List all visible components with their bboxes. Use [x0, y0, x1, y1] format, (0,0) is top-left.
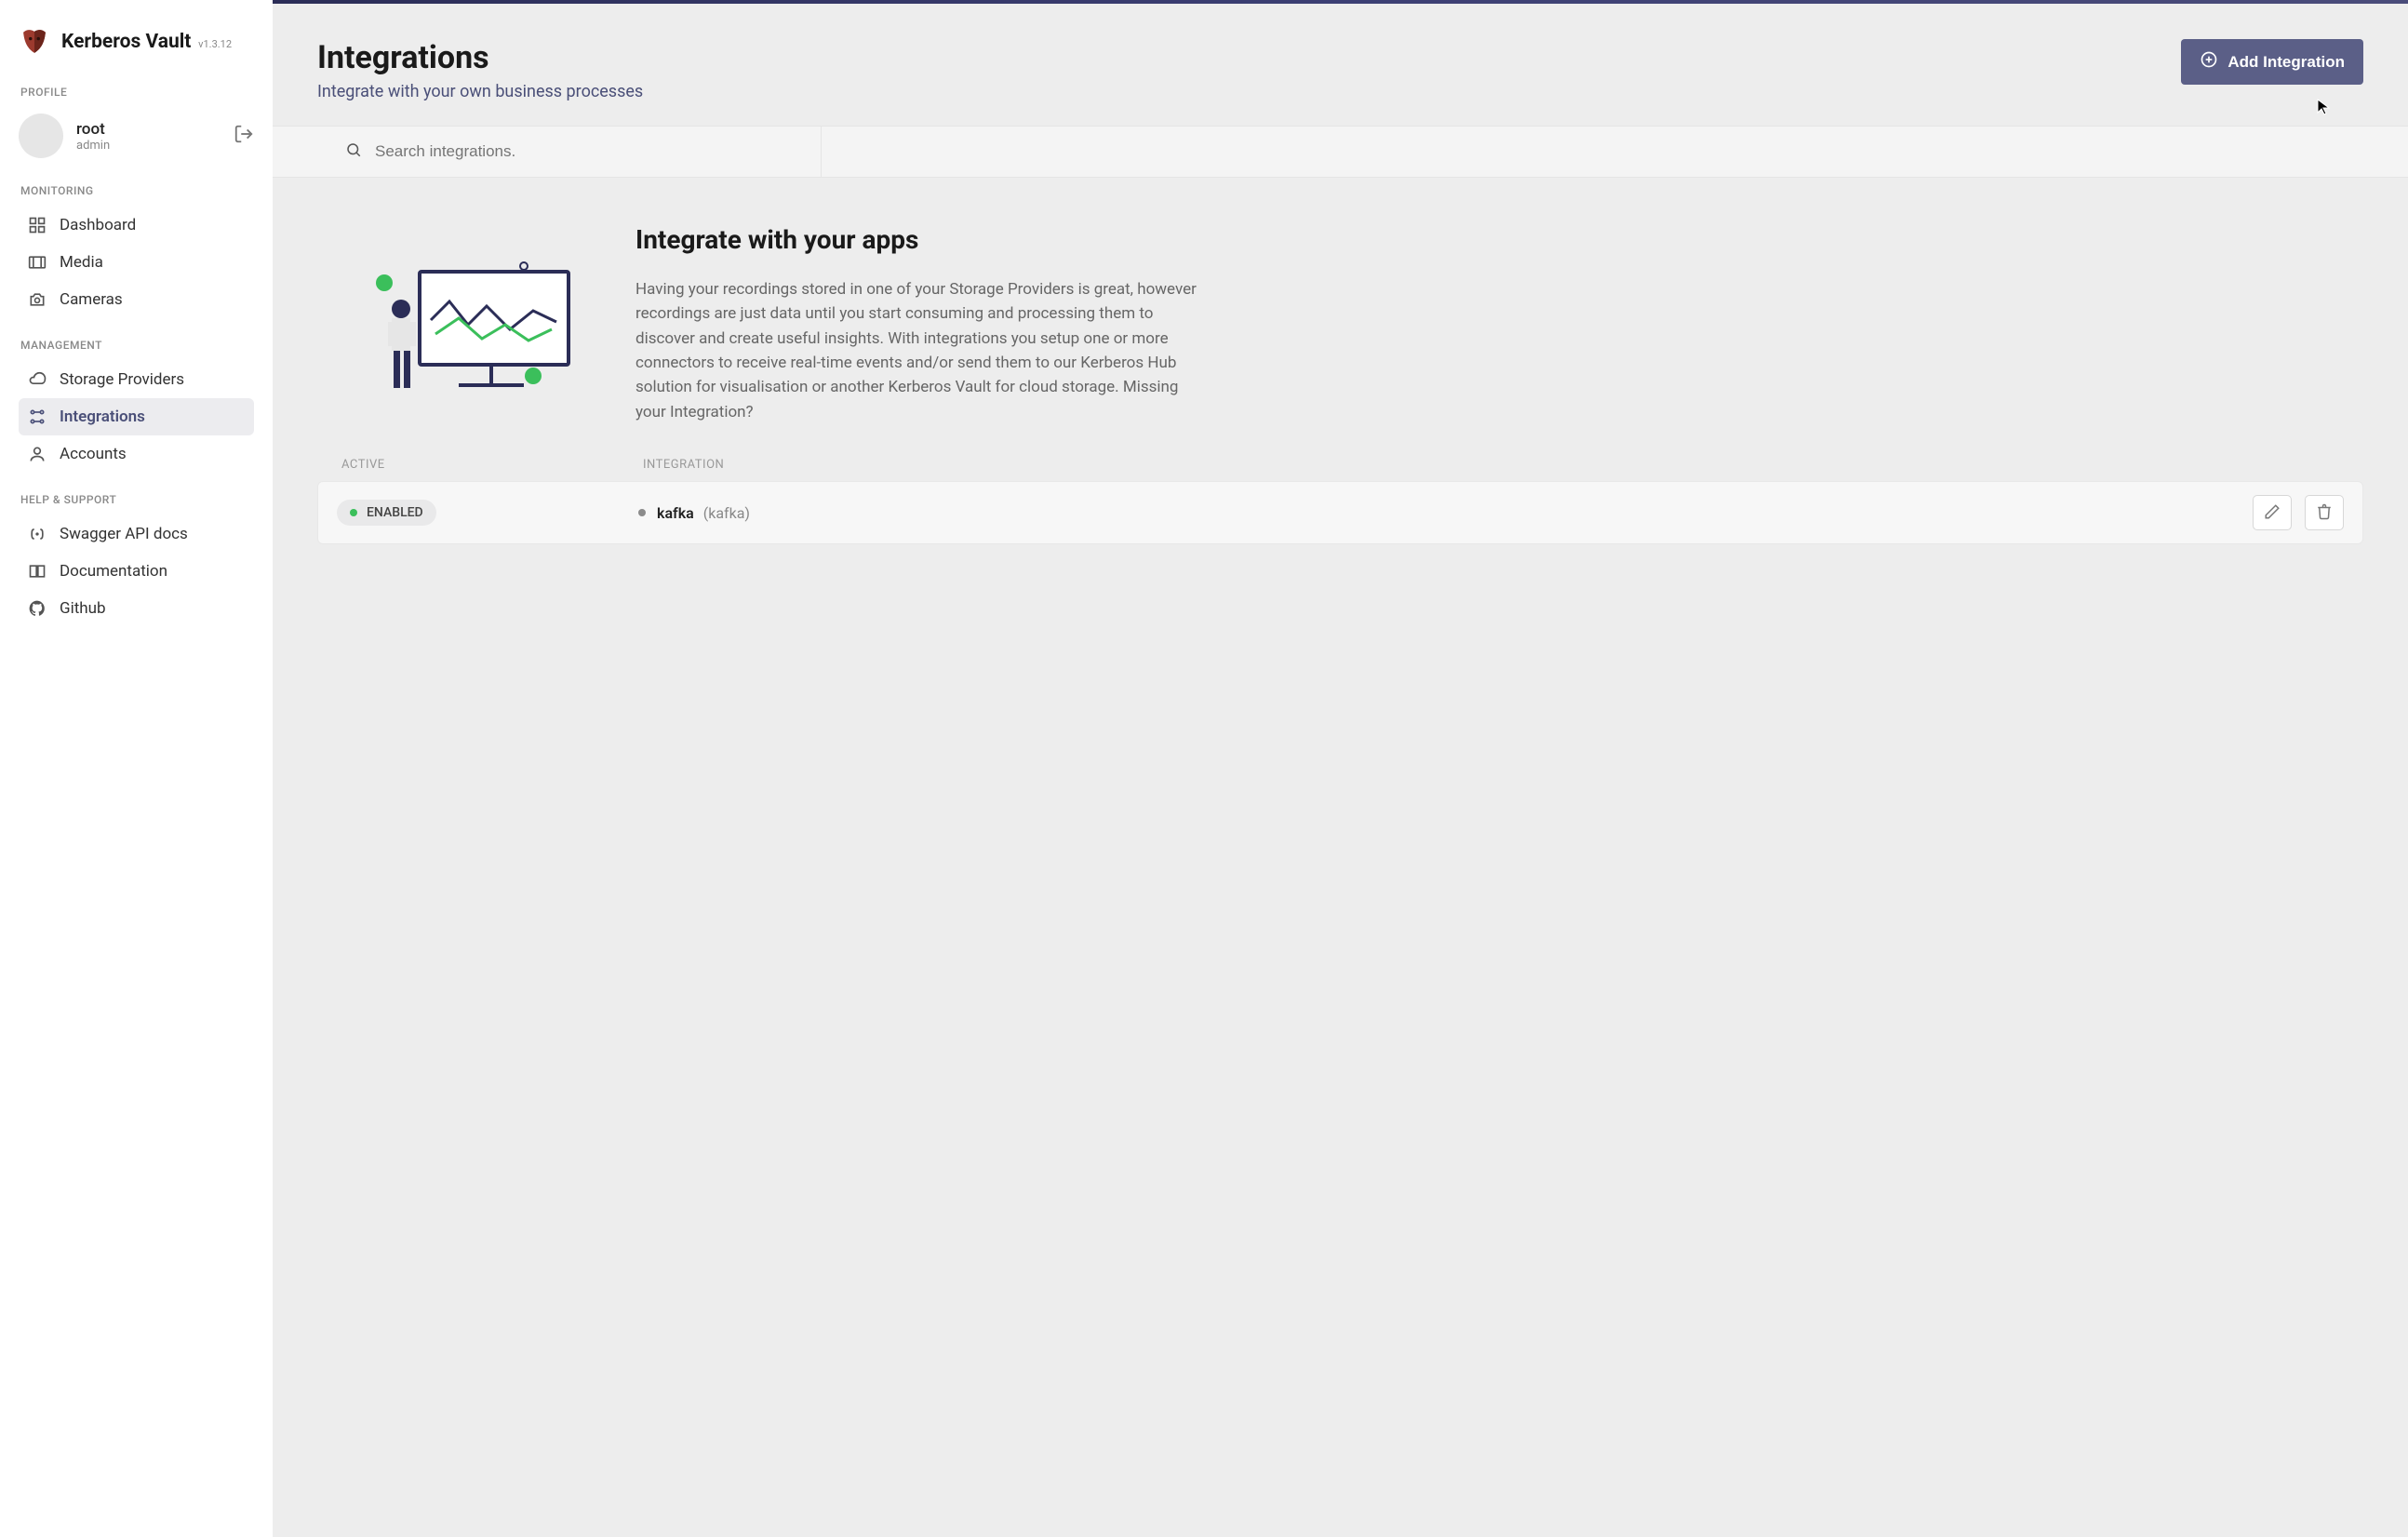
sidebar-item-label: Cameras: [60, 290, 123, 309]
sidebar-item-media[interactable]: Media: [19, 244, 254, 281]
integrations-icon: [28, 408, 47, 426]
api-icon: [28, 525, 47, 543]
brand: Kerberos Vault v1.3.12: [19, 26, 254, 58]
github-icon: [28, 599, 47, 618]
sidebar-item-cameras[interactable]: Cameras: [19, 281, 254, 318]
section-management-label: MANAGEMENT: [20, 339, 254, 352]
add-integration-label: Add Integration: [2227, 53, 2345, 72]
dashboard-icon: [28, 216, 47, 234]
sidebar-item-label: Swagger API docs: [60, 525, 188, 543]
intro-body: Having your recordings stored in one of …: [635, 277, 1212, 424]
avatar: [19, 114, 63, 158]
status-badge: ENABLED: [337, 500, 436, 526]
sidebar-item-swagger[interactable]: Swagger API docs: [19, 515, 254, 553]
add-integration-button[interactable]: Add Integration: [2181, 39, 2363, 85]
edit-button[interactable]: [2253, 495, 2292, 530]
book-icon: [28, 562, 47, 581]
table-row: ENABLED kafka (kafka): [317, 481, 2363, 544]
col-header-active: ACTIVE: [341, 458, 643, 472]
plus-circle-icon: [2200, 50, 2218, 74]
sidebar-item-label: Accounts: [60, 445, 127, 463]
status-dot-icon: [350, 509, 357, 516]
page-title: Integrations: [317, 39, 643, 76]
integration-name: kafka: [657, 504, 694, 522]
camera-icon: [28, 290, 47, 309]
app-version: v1.3.12: [198, 38, 232, 50]
search-bar: [273, 126, 2408, 178]
sidebar-item-label: Dashboard: [60, 216, 136, 234]
status-text: ENABLED: [367, 505, 423, 520]
cloud-icon: [28, 370, 47, 389]
user-icon: [28, 445, 47, 463]
sidebar-item-documentation[interactable]: Documentation: [19, 553, 254, 590]
section-help-label: HELP & SUPPORT: [20, 493, 254, 506]
search-icon: [345, 141, 362, 162]
sidebar-item-label: Media: [60, 253, 103, 272]
sidebar-item-dashboard[interactable]: Dashboard: [19, 207, 254, 244]
section-monitoring-label: MONITORING: [20, 184, 254, 197]
main-content: Integrations Integrate with your own bus…: [273, 0, 2408, 1537]
sidebar-item-accounts[interactable]: Accounts: [19, 435, 254, 473]
integrations-illustration: [347, 236, 589, 413]
col-header-integration: INTEGRATION: [643, 458, 2339, 472]
page-subtitle: Integrate with your own business process…: [317, 82, 643, 101]
profile-role: admin: [76, 139, 221, 153]
delete-button[interactable]: [2305, 495, 2344, 530]
sidebar-item-label: Storage Providers: [60, 370, 184, 389]
media-icon: [28, 253, 47, 272]
search-input[interactable]: [375, 142, 793, 161]
sidebar: Kerberos Vault v1.3.12 PROFILE root admi…: [0, 0, 273, 1537]
app-logo-icon: [19, 26, 50, 58]
sidebar-item-github[interactable]: Github: [19, 590, 254, 627]
sidebar-item-integrations[interactable]: Integrations: [19, 398, 254, 435]
pencil-icon: [2264, 503, 2281, 523]
sidebar-item-label: Github: [60, 599, 106, 618]
integration-dot-icon: [638, 509, 646, 516]
app-name: Kerberos Vault: [61, 31, 191, 53]
trash-icon: [2316, 503, 2333, 523]
profile-username: root: [76, 120, 221, 139]
profile-row: root admin: [19, 108, 254, 164]
sidebar-item-storage-providers[interactable]: Storage Providers: [19, 361, 254, 398]
integration-type: (kafka): [703, 504, 750, 522]
sidebar-item-label: Documentation: [60, 562, 167, 581]
section-profile-label: PROFILE: [20, 86, 254, 99]
logout-icon[interactable]: [234, 124, 254, 148]
sidebar-item-label: Integrations: [60, 408, 145, 426]
intro-heading: Integrate with your apps: [635, 224, 1212, 255]
